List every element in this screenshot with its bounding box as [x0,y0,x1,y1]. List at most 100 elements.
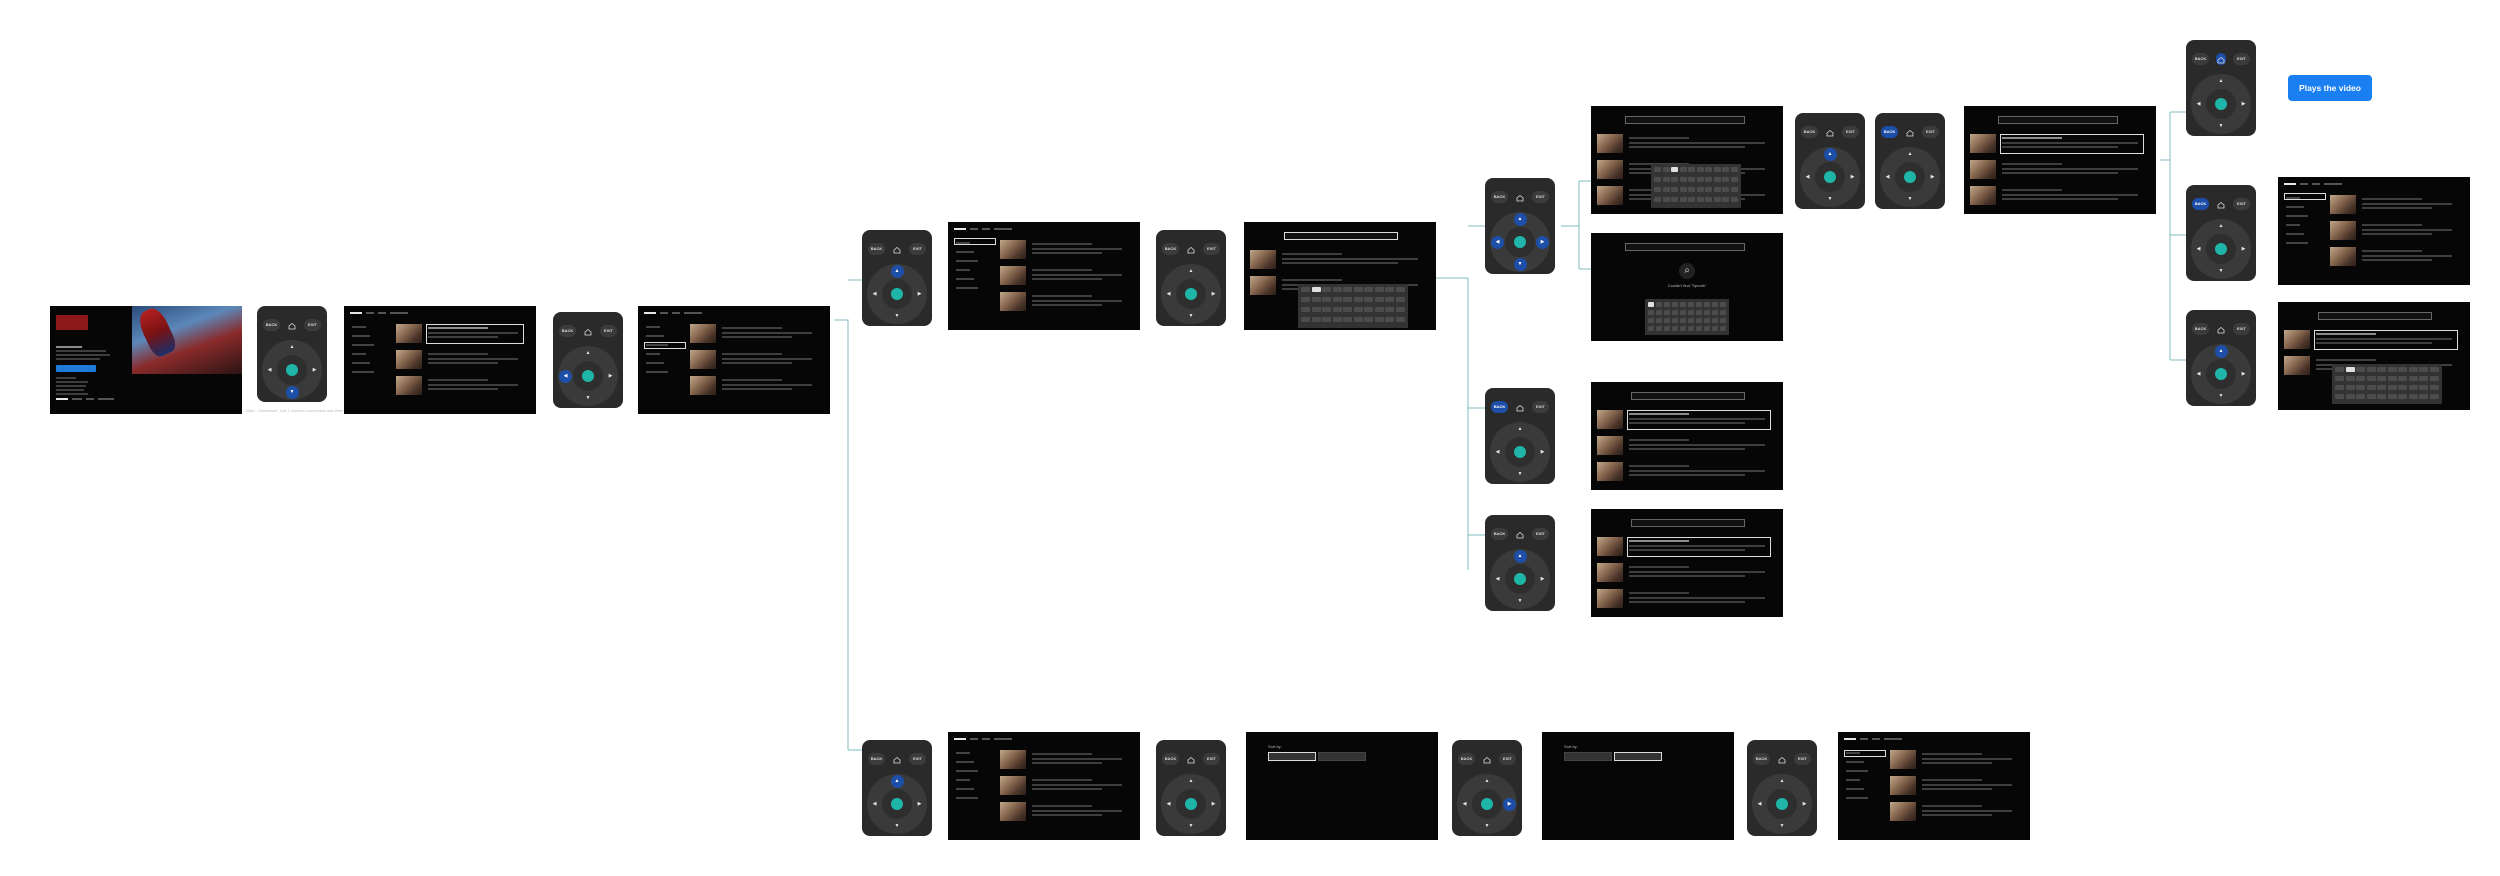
list-item[interactable] [2330,247,2462,267]
list-item[interactable] [396,350,528,370]
ok-button-icon[interactable] [1514,446,1526,458]
list-item[interactable] [690,376,822,396]
arrow-up-icon[interactable]: ▲ [1513,550,1527,563]
arrow-right-icon[interactable]: ▶ [1926,171,1939,184]
arrow-down-icon[interactable]: ▼ [1904,193,1917,206]
list-item[interactable] [1970,186,2148,206]
home-icon[interactable] [1515,528,1525,540]
list-item[interactable] [2284,330,2462,350]
arrow-up-icon[interactable]: ▲ [890,265,904,278]
exit-button[interactable]: EXIT [1532,191,1549,203]
search-input[interactable] [1284,232,1398,240]
sidebar-selected-item[interactable] [954,238,996,245]
exit-button[interactable]: EXIT [1203,753,1220,765]
arrow-down-icon[interactable]: ▼ [1185,820,1198,833]
back-button[interactable]: BACK [1162,753,1179,765]
home-icon[interactable] [892,753,902,765]
arrow-down-icon[interactable]: ▼ [891,310,904,323]
home-icon[interactable] [2216,53,2226,65]
list-item[interactable] [1970,160,2148,180]
arrow-left-icon[interactable]: ◀ [1881,171,1894,184]
arrow-up-icon[interactable]: ▲ [1904,148,1917,161]
list-item[interactable] [1597,589,1775,609]
arrow-right-icon[interactable]: ▶ [1207,288,1220,301]
ok-button-icon[interactable] [1776,798,1788,810]
arrow-left-icon[interactable]: ◀ [2192,368,2205,381]
search-input[interactable] [1631,519,1745,527]
list-item[interactable] [2330,195,2462,215]
list-item[interactable] [1597,563,1775,583]
on-screen-keyboard[interactable] [1651,164,1741,208]
list-item[interactable] [1890,750,2022,770]
arrow-right-icon[interactable]: ▶ [2237,368,2250,381]
on-screen-keyboard[interactable] [1298,284,1408,328]
arrow-up-icon[interactable]: ▲ [286,341,299,354]
list-item[interactable] [396,376,528,396]
ok-button-icon[interactable] [1904,171,1916,183]
arrow-left-icon[interactable]: ◀ [1491,573,1504,586]
list-item[interactable] [1000,266,1132,286]
exit-button[interactable]: EXIT [1532,528,1549,540]
arrow-right-icon[interactable]: ▶ [1536,235,1549,249]
arrow-up-icon[interactable]: ▲ [1481,775,1494,788]
sidebar-selected-item[interactable] [2284,193,2326,200]
exit-button[interactable]: EXIT [1794,753,1811,765]
search-input[interactable] [2318,312,2432,320]
arrow-down-icon[interactable]: ▼ [285,386,299,399]
back-button[interactable]: BACK [1162,243,1179,255]
focused-row[interactable] [426,324,524,344]
exit-button[interactable]: EXIT [909,753,926,765]
on-screen-keyboard[interactable] [1645,299,1729,335]
focused-row[interactable] [2314,330,2458,350]
back-button[interactable]: BACK [868,243,885,255]
list-item[interactable] [690,324,822,344]
arrow-left-icon[interactable]: ◀ [263,364,276,377]
arrow-left-icon[interactable]: ◀ [1458,798,1471,811]
home-icon[interactable] [287,319,297,331]
list-item[interactable] [1597,410,1775,430]
arrow-right-icon[interactable]: ▶ [1846,171,1859,184]
list-item[interactable] [1597,462,1775,482]
arrow-right-icon[interactable]: ▶ [913,798,926,811]
back-button[interactable]: BACK [1753,753,1770,765]
arrow-left-icon[interactable]: ◀ [1491,235,1504,249]
list-item[interactable] [1970,134,2148,154]
home-icon[interactable] [1515,191,1525,203]
arrow-right-icon[interactable]: ▶ [1207,798,1220,811]
ok-button-icon[interactable] [1514,236,1526,248]
list-item[interactable] [690,350,822,370]
arrow-right-icon[interactable]: ▶ [1798,798,1811,811]
list-item[interactable] [1597,537,1775,557]
list-item[interactable] [2330,221,2462,241]
exit-button[interactable]: EXIT [304,319,321,331]
home-icon[interactable] [1186,753,1196,765]
arrow-up-icon[interactable]: ▲ [2215,75,2228,88]
arrow-right-icon[interactable]: ▶ [2237,243,2250,256]
arrow-right-icon[interactable]: ▶ [913,288,926,301]
arrow-right-icon[interactable]: ▶ [604,370,617,383]
arrow-up-icon[interactable]: ▲ [1514,423,1527,436]
ok-button-icon[interactable] [2215,98,2227,110]
arrow-up-icon[interactable]: ▲ [890,775,904,788]
arrow-right-icon[interactable]: ▶ [2237,98,2250,111]
arrow-down-icon[interactable]: ▼ [1514,595,1527,608]
arrow-left-icon[interactable]: ◀ [1801,171,1814,184]
list-item[interactable] [1000,802,1132,822]
play-button[interactable] [56,365,96,372]
home-icon[interactable] [1905,126,1915,138]
home-icon[interactable] [1825,126,1835,138]
ok-button-icon[interactable] [286,364,298,376]
ok-button-icon[interactable] [1185,798,1197,810]
arrow-left-icon[interactable]: ◀ [1162,798,1175,811]
home-icon[interactable] [892,243,902,255]
arrow-down-icon[interactable]: ▼ [1514,468,1527,481]
exit-button[interactable]: EXIT [909,243,926,255]
arrow-down-icon[interactable]: ▼ [1776,820,1789,833]
back-button[interactable]: BACK [1458,753,1475,765]
arrow-down-icon[interactable]: ▼ [1481,820,1494,833]
arrow-left-icon[interactable]: ◀ [1162,288,1175,301]
back-button[interactable]: BACK [1801,126,1818,138]
arrow-right-icon[interactable]: ▶ [1536,446,1549,459]
focused-row[interactable] [2000,134,2144,154]
sort-option-alpha[interactable] [1268,752,1316,761]
